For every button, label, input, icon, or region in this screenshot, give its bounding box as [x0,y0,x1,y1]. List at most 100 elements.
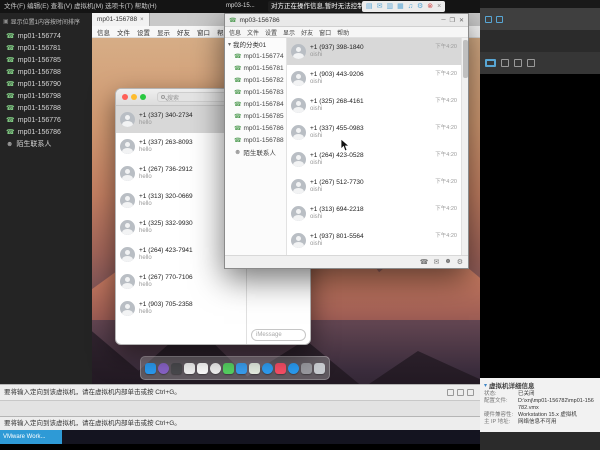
dock-app-icon[interactable] [301,363,312,374]
remote-toolbar-icon[interactable]: ✉ [377,1,383,12]
tree-item-phone[interactable]: ☎ mp01-156774 [225,50,286,62]
sidebar-item-phone[interactable]: ☎ mp01-156785 [0,54,92,66]
dock-app-icon[interactable] [288,363,299,374]
snapshot-icon[interactable] [501,59,509,67]
menu-item[interactable]: 文件 [247,28,259,37]
message-row[interactable]: +1 (903) 443-9206 oishi 下午4:20 [287,65,461,92]
traffic-light-button[interactable] [122,94,128,100]
sidebar-header[interactable]: ▣ 显示位置1内容按时间排序 [0,13,92,30]
dock-app-icon[interactable] [223,363,234,374]
remote-toolbar-icon[interactable]: ⊗ [427,1,433,12]
tab-mp03[interactable]: mp03-15... [226,0,255,13]
menu-item[interactable]: 显示 [157,27,170,37]
menu-item[interactable]: 设置 [265,28,277,37]
message-input[interactable]: iMessage [251,329,306,341]
remote-toolbar-icon[interactable]: ♫ [408,1,413,12]
phone-icon: ☎ [234,53,241,60]
sidebar-item-phone[interactable]: ☎ mp01-156786 [0,126,92,138]
dock-app-icon[interactable] [262,363,273,374]
menu-item[interactable]: 帮助 [337,28,349,37]
traffic-light-button[interactable] [131,94,137,100]
tree-item-phone[interactable]: ☎ mp01-156784 [225,98,286,110]
tree-item-phone[interactable]: ☎ mp01-156781 [225,62,286,74]
dock-app-icon[interactable] [249,363,260,374]
sidebar-item-phone[interactable]: ☎ mp01-156774 [0,30,92,42]
statusbar-icon[interactable]: ☎ [420,258,429,266]
remote-toolbar-icon[interactable]: ▤ [366,1,373,12]
dock-app-icon[interactable] [236,363,247,374]
window2-titlebar[interactable]: ☎ mp03-156786 ─❐✕ [225,14,468,27]
menu-item[interactable]: 文件 [117,27,130,37]
message-row[interactable]: +1 (267) 512-7730 oishi 下午4:20 [287,173,461,200]
vm-screen-powered-off[interactable] [480,74,600,378]
menu-item[interactable]: 窗口 [319,28,331,37]
statusbar-icon[interactable]: ⚙ [457,258,463,266]
vm-details-header[interactable]: ▾ 虚拟机详细信息 [484,380,596,390]
dock-app-icon[interactable] [210,363,221,374]
menu-item[interactable]: 信息 [229,28,241,37]
dock-app-icon[interactable] [275,363,286,374]
tree-item-phone[interactable]: ☎ mp01-156782 [225,74,286,86]
dock-app-icon[interactable] [158,363,169,374]
dock-app-icon[interactable] [145,363,156,374]
tree-item-phone[interactable]: ☎ mp01-156788 [225,134,286,146]
tree-item-phone[interactable]: ☎ mp01-156783 [225,86,286,98]
fullscreen-icon[interactable] [514,59,522,67]
sidebar-item-phone[interactable]: ☎ mp01-156788 [0,66,92,78]
traffic-light-button[interactable] [140,94,146,100]
remote-toolbar-icon[interactable]: ▥ [387,1,394,12]
sidebar-item-strangers[interactable]: ☻ 陌生联系人 [0,138,92,150]
tree-item-phone[interactable]: ☎ mp01-156786 [225,122,286,134]
statusbar-icon[interactable]: ☻ [444,258,451,266]
sidebar-item-phone[interactable]: ☎ mp01-156788 [0,102,92,114]
window-control-icon[interactable]: ✕ [459,17,464,24]
menu-item[interactable]: 好友 [177,27,190,37]
tab-mp01-156788[interactable]: mp01-156788 × [92,13,150,26]
menu-item[interactable]: 窗口 [197,27,210,37]
chevron-down-icon[interactable]: ▾ [228,41,231,48]
remote-toolbar-icon[interactable]: ⚙ [417,1,423,12]
device-icon[interactable] [447,389,454,396]
window-control-icon[interactable]: ─ [441,17,445,24]
tree-root-category[interactable]: ▾ 我的分类01 [225,38,286,50]
sidebar-item-phone[interactable]: ☎ mp01-156781 [0,42,92,54]
remote-toolbar-icon[interactable]: ▦ [397,1,404,12]
tabs-icon[interactable] [496,16,503,23]
tree-item-phone[interactable]: ☎ mp01-156785 [225,110,286,122]
scrollbar-thumb[interactable] [463,40,468,78]
dock-app-icon[interactable] [314,363,325,374]
menu-item[interactable]: 信息 [97,27,110,37]
message-row[interactable]: +1 (325) 268-4161 oishi 下午4:20 [287,92,461,119]
tree-item-strangers[interactable]: ☻ 陌生联系人 [225,146,286,158]
conversation-row[interactable]: +1 (267) 770-7106 hello [116,268,246,295]
dock-app-icon[interactable] [197,363,208,374]
device-icon[interactable] [457,389,464,396]
menu-item[interactable]: 显示 [283,28,295,37]
tab-close-icon[interactable]: × [140,17,144,23]
message-row[interactable]: +1 (264) 423-0528 oishi 下午4:20 [287,146,461,173]
menu-item[interactable]: 设置 [137,27,150,37]
remote-toolbar-icon[interactable]: × [437,1,441,12]
sidebar-item-phone[interactable]: ☎ mp01-156798 [0,90,92,102]
statusbar-icon[interactable]: ✉ [433,258,439,266]
vmware-menu-bar[interactable]: 文件(F) 编辑(E) 查看(V) 虚拟机(M) 选项卡(T) 帮助(H) [4,0,157,13]
window-control-icon[interactable]: ❐ [450,17,455,24]
sidebar-item-phone[interactable]: ☎ mp01-156790 [0,78,92,90]
menu-item[interactable]: 好友 [301,28,313,37]
message-row[interactable]: +1 (937) 801-5564 oishi 下午4:20 [287,227,461,254]
vmware-right-panel: ▾ 虚拟机详细信息 状态: 已关闭 配置文件: D:\xnj\mp01-1567… [480,0,600,450]
dock-app-icon[interactable] [184,363,195,374]
chevron-down-icon[interactable]: ▾ [484,382,487,389]
dock-app-icon[interactable] [171,363,182,374]
message-row[interactable]: +1 (937) 398-1840 oishi 下午4:20 [287,38,461,65]
library-icon[interactable] [485,16,492,23]
unity-icon[interactable] [527,59,535,67]
sidebar-item-phone[interactable]: ☎ mp01-156776 [0,114,92,126]
console-view-icon[interactable] [485,59,496,67]
scrollbar[interactable] [461,38,468,255]
taskbar-item-vmware[interactable]: VMware Work... [0,430,62,444]
conversation-row[interactable]: +1 (903) 705-2358 hello [116,295,246,322]
message-row[interactable]: +1 (337) 455-0983 oishi 下午4:20 [287,119,461,146]
message-row[interactable]: +1 (313) 694-2218 oishi 下午4:20 [287,200,461,227]
device-icon[interactable] [467,389,474,396]
